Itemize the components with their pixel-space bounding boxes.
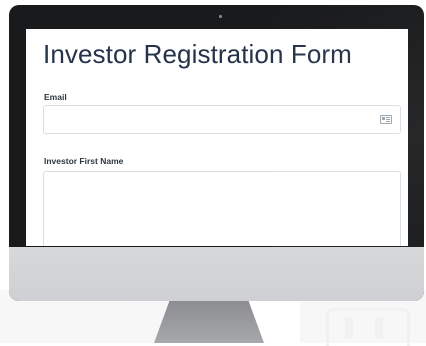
monitor-chin [9, 247, 424, 301]
monitor-gloss [274, 5, 424, 250]
email-label: Email [44, 92, 67, 102]
webcam-icon [219, 15, 222, 18]
background-ghost-bar [345, 318, 353, 338]
monitor-stand [154, 301, 264, 343]
background-ghost-icon [326, 308, 410, 346]
monitor: Investor Registration Form Email Investo… [9, 5, 424, 301]
background-ghost-bar [375, 318, 383, 338]
investor-first-name-label: Investor First Name [44, 156, 124, 166]
